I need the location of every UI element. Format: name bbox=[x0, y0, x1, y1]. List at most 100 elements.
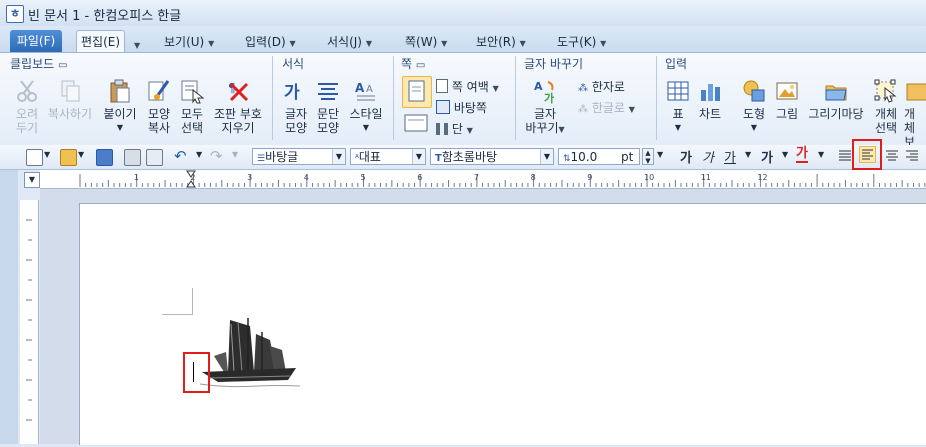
underline-button[interactable]: 가 bbox=[724, 147, 736, 166]
redo-icon[interactable]: ↷ bbox=[210, 147, 223, 165]
style-button[interactable]: AA 스타일 ▼ bbox=[345, 78, 387, 135]
ship-picture[interactable] bbox=[198, 316, 302, 395]
chevron-down-icon: ▼ bbox=[750, 123, 758, 132]
column-button[interactable]: 단 ▼ bbox=[436, 120, 473, 137]
chevron-down-icon[interactable]: ▼ bbox=[232, 150, 238, 159]
object-select-button[interactable]: 개체 선택 bbox=[870, 78, 902, 135]
page-layout-button[interactable] bbox=[402, 112, 430, 138]
para-shape-button[interactable]: 문단 모양 bbox=[313, 78, 343, 135]
save-icon[interactable] bbox=[96, 149, 113, 166]
select-all-icon bbox=[179, 78, 205, 104]
menu-tab-edit[interactable]: 편집(E) bbox=[76, 30, 126, 54]
object-protect-icon bbox=[904, 78, 926, 104]
erase-markup-button[interactable]: ¶ 조판 부호 지우기 bbox=[208, 78, 268, 135]
chevron-down-icon: ▼ bbox=[466, 126, 473, 135]
format-brush-icon bbox=[146, 78, 172, 104]
chevron-down-icon[interactable]: ▼ bbox=[745, 150, 751, 159]
expand-icon[interactable]: ▭ bbox=[58, 60, 67, 71]
font-color-button[interactable]: 가 bbox=[796, 146, 808, 163]
menu-tab-edit-dropdown[interactable]: ▼ bbox=[134, 34, 140, 54]
font-size-value: 10.0 bbox=[570, 150, 598, 164]
select-all-button[interactable]: 모두 선택 bbox=[176, 78, 208, 135]
font-size-spinner[interactable]: ▲ ▼ bbox=[642, 148, 654, 165]
ruler-number: 5 bbox=[361, 173, 366, 182]
justify-button[interactable] bbox=[838, 149, 852, 166]
expand-icon[interactable]: ▭ bbox=[416, 60, 425, 71]
print-preview-icon[interactable] bbox=[146, 149, 163, 166]
chevron-down-icon: ▼ bbox=[208, 39, 215, 48]
picture-icon bbox=[774, 78, 800, 104]
chevron-down-icon[interactable]: ▼ bbox=[412, 149, 425, 164]
language-combo[interactable]: ᴬ대표 ▼ bbox=[350, 148, 426, 165]
ruler-toggle-button[interactable]: ▼ bbox=[24, 172, 40, 188]
title-bar: ㅎ 빈 문서 1 - 한컴오피스 한글 bbox=[0, 0, 926, 27]
chevron-down-icon[interactable]: ▼ bbox=[332, 149, 345, 164]
copy-button[interactable]: 복사하기 bbox=[44, 78, 96, 121]
chevron-down-icon[interactable]: ▼ bbox=[196, 150, 202, 159]
page-margin-button[interactable]: 쪽 여백 ▼ bbox=[436, 78, 499, 95]
shape-button[interactable]: 도형 ▼ bbox=[738, 78, 770, 135]
bold-button[interactable]: 가 bbox=[680, 147, 692, 166]
ruler-number: 11 bbox=[701, 173, 711, 182]
align-right-button[interactable] bbox=[905, 149, 919, 166]
drawing-mart-button[interactable]: 그리기마당 bbox=[805, 78, 867, 121]
align-left-button[interactable] bbox=[859, 146, 876, 163]
font-size-unit: pt bbox=[621, 150, 634, 164]
open-folder-icon[interactable] bbox=[60, 149, 77, 166]
hangul-icon: ⁂ bbox=[578, 104, 588, 115]
char-shape-button[interactable]: 가 글자 모양 bbox=[281, 78, 311, 135]
char-replace-label-text: 바꾸기 bbox=[525, 121, 559, 135]
align-center-button[interactable] bbox=[885, 149, 899, 166]
menu-tab-label: 도구(K) bbox=[557, 35, 597, 49]
strike-button[interactable]: 가 bbox=[761, 147, 773, 166]
select-all-label-2: 선택 bbox=[180, 121, 204, 135]
chevron-down-icon[interactable]: ▼ bbox=[657, 150, 663, 159]
copy-icon bbox=[57, 78, 83, 104]
page-icon bbox=[408, 80, 425, 102]
menu-tab-view[interactable]: 보기(U) ▼ bbox=[164, 32, 214, 52]
cut-label-2: 두기 bbox=[15, 121, 39, 135]
chevron-down-icon[interactable]: ▼ bbox=[44, 150, 50, 159]
paste-icon bbox=[107, 78, 133, 104]
print-icon[interactable] bbox=[124, 149, 141, 166]
menu-tab-input[interactable]: 입력(D) ▼ bbox=[245, 32, 296, 52]
page-settings-button[interactable] bbox=[402, 76, 432, 108]
menu-tab-page[interactable]: 쪽(W) ▼ bbox=[405, 32, 447, 52]
chevron-down-icon[interactable]: ▼ bbox=[78, 150, 84, 159]
cut-button[interactable]: 오려 두기 bbox=[10, 78, 44, 135]
master-page-button[interactable]: 바탕쪽 bbox=[436, 99, 487, 116]
char-shape-label-2: 모양 bbox=[284, 121, 308, 135]
font-combo[interactable]: T함초롬바탕 ▼ bbox=[430, 148, 554, 165]
align-center-icon bbox=[886, 150, 898, 161]
group-label: 클립보드 bbox=[10, 57, 55, 71]
menu-file[interactable]: 파일(F) bbox=[10, 30, 62, 52]
chart-button[interactable]: 차트 bbox=[694, 78, 726, 121]
font-size-combo[interactable]: ⇅10.0 pt bbox=[558, 148, 640, 165]
chevron-down-icon[interactable]: ▼ bbox=[540, 149, 553, 164]
vertical-ruler[interactable] bbox=[20, 200, 39, 444]
chevron-down-icon[interactable]: ▼ bbox=[782, 150, 788, 159]
chevron-down-icon: ▼ bbox=[116, 123, 124, 132]
format-copy-button[interactable]: 모양 복사 bbox=[142, 78, 176, 135]
menu-tab-format[interactable]: 서식(J) ▼ bbox=[327, 32, 372, 52]
italic-button[interactable]: 가 bbox=[702, 147, 714, 166]
hwp-app-icon[interactable]: ㅎ bbox=[6, 5, 24, 23]
column-icon bbox=[436, 123, 448, 135]
new-document-icon[interactable] bbox=[26, 149, 43, 166]
chevron-down-icon: ▼ bbox=[492, 84, 499, 93]
menu-tab-security[interactable]: 보안(R) ▼ bbox=[476, 32, 526, 52]
chevron-down-icon[interactable]: ▼ bbox=[818, 150, 824, 159]
table-button[interactable]: 표 ▼ bbox=[664, 78, 692, 135]
shape-icon bbox=[741, 78, 767, 104]
menu-tab-tools[interactable]: 도구(K) ▼ bbox=[557, 32, 606, 52]
horizontal-ruler[interactable]: 1 2 3 4 5 6 7 8 9 10 11 12 bbox=[40, 170, 926, 189]
char-replace-button[interactable]: A가 글자 바꾸기▼ bbox=[524, 78, 566, 137]
undo-icon[interactable]: ↶ bbox=[174, 147, 187, 165]
erase-markup-label-1: 조판 부호 bbox=[214, 107, 262, 121]
style-combo[interactable]: ☰바탕글 ▼ bbox=[252, 148, 346, 165]
ruler-number: 7 bbox=[474, 173, 479, 182]
to-hanja-button[interactable]: ⁂ 한자로 bbox=[578, 78, 625, 95]
paste-button[interactable]: 붙이기 ▼ bbox=[102, 78, 138, 135]
to-hangul-button[interactable]: ⁂ 한글로 ▼ bbox=[578, 99, 635, 116]
picture-button[interactable]: 그림 bbox=[772, 78, 802, 121]
